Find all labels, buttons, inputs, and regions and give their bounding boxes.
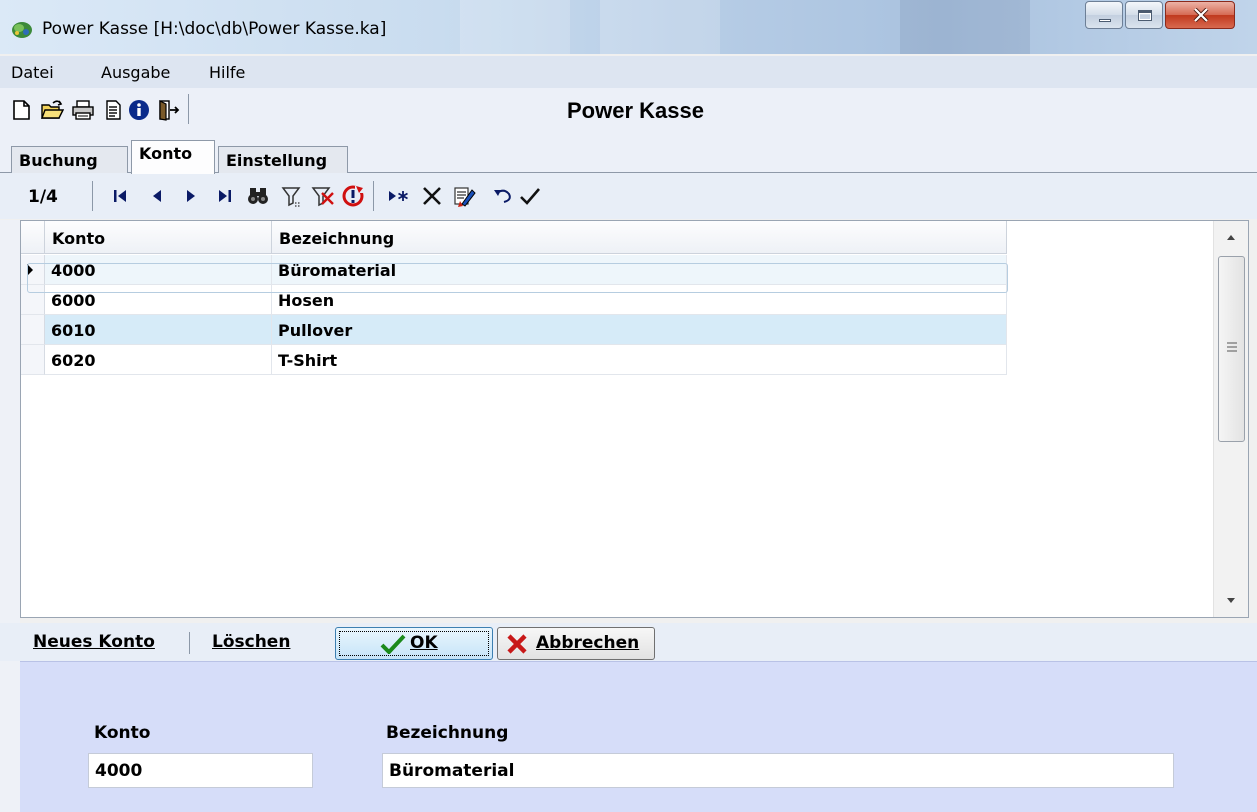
new-account-button[interactable]: Neues Konto [33, 632, 155, 652]
table-row[interactable]: 6000 Hosen [21, 285, 1007, 315]
window-title: Power Kasse [H:\doc\db\Power Kasse.ka] [42, 19, 387, 39]
column-header-konto[interactable]: Konto [45, 221, 272, 254]
prior-record-icon[interactable] [145, 184, 169, 208]
row-indicator [21, 345, 45, 375]
record-navigator: 1/4 [0, 173, 1257, 219]
app-heading: Power Kasse [567, 98, 704, 123]
close-button[interactable] [1165, 1, 1235, 29]
bezeichnung-field-label: Bezeichnung [386, 723, 509, 743]
ok-button[interactable]: OK [335, 627, 493, 660]
new-account-label: Neues Konto [33, 632, 155, 652]
current-row-arrow-icon [27, 264, 33, 276]
delete-label: Löschen [212, 632, 291, 652]
row-indicator [21, 315, 45, 345]
edit-record-icon[interactable] [452, 184, 476, 208]
menu-bar: Datei Ausgabe Hilfe [0, 56, 1257, 88]
cell-bezeichnung[interactable]: T-Shirt [272, 345, 1007, 375]
action-bar: Neues Konto Löschen OK Abbrechen [0, 623, 1257, 661]
column-header-label: Bezeichnung [279, 229, 395, 248]
delete-record-icon[interactable] [420, 184, 444, 208]
minimize-icon [1099, 19, 1111, 22]
open-folder-icon[interactable] [40, 98, 64, 122]
table-row[interactable]: 6020 T-Shirt [21, 345, 1007, 375]
column-header-bezeichnung[interactable]: Bezeichnung [272, 221, 1007, 254]
app-logo-icon [12, 22, 32, 38]
cell-bezeichnung[interactable]: Büromaterial [272, 255, 1007, 285]
cell-bezeichnung[interactable]: Pullover [272, 315, 1007, 345]
insert-record-icon[interactable] [386, 184, 410, 208]
konto-field[interactable]: 4000 [88, 753, 313, 788]
first-record-icon[interactable] [108, 184, 132, 208]
row-indicator [21, 285, 45, 315]
next-record-icon[interactable] [179, 184, 203, 208]
notepad-icon[interactable] [101, 98, 125, 122]
exit-door-icon[interactable] [156, 98, 180, 122]
cancel-label: Abbrechen [536, 633, 640, 653]
cancel-button[interactable]: Abbrechen [497, 627, 655, 660]
menu-datei[interactable]: Datei [11, 63, 54, 82]
cell-konto[interactable]: 6000 [45, 285, 272, 315]
title-bar[interactable]: Power Kasse [H:\doc\db\Power Kasse.ka] [0, 0, 1257, 54]
table-row[interactable]: 6010 Pullover [21, 315, 1007, 345]
grid-corner [21, 221, 45, 254]
grip-icon [1227, 342, 1237, 352]
cell-konto[interactable]: 6020 [45, 345, 272, 375]
record-counter: 1/4 [28, 187, 58, 207]
row-indicator [21, 255, 45, 285]
scroll-up-icon[interactable] [1214, 221, 1248, 251]
cell-bezeichnung[interactable]: Hosen [272, 285, 1007, 315]
menu-hilfe[interactable]: Hilfe [209, 63, 245, 82]
refresh-icon[interactable] [341, 184, 365, 208]
maximize-icon [1138, 10, 1152, 21]
tab-strip: Buchung Konto Einstellung [0, 140, 1257, 174]
maximize-button[interactable] [1125, 1, 1163, 29]
ok-checkmark-icon [380, 634, 406, 654]
delete-button[interactable]: Löschen [212, 632, 290, 652]
main-toolbar: Power Kasse [0, 88, 1257, 140]
ok-label: OK [410, 633, 438, 653]
column-header-label: Konto [52, 229, 106, 248]
bezeichnung-field[interactable]: Büromaterial [382, 753, 1174, 788]
cell-konto[interactable]: 6010 [45, 315, 272, 345]
filter-icon[interactable] [280, 184, 304, 208]
new-document-icon[interactable] [9, 98, 33, 122]
vertical-scrollbar[interactable] [1213, 221, 1248, 617]
clear-filter-icon[interactable] [311, 184, 335, 208]
menu-ausgabe[interactable]: Ausgabe [101, 63, 170, 82]
cancel-x-icon [507, 634, 527, 654]
scrollbar-thumb[interactable] [1218, 256, 1245, 442]
last-record-icon[interactable] [213, 184, 237, 208]
konto-field-label: Konto [94, 723, 151, 743]
app-window: Power Kasse [H:\doc\db\Power Kasse.ka] D… [0, 0, 1257, 812]
accounts-grid[interactable]: Konto Bezeichnung 4000 Büromaterial 6000… [20, 220, 1249, 618]
cell-konto[interactable]: 4000 [45, 255, 272, 285]
minimize-button[interactable] [1085, 1, 1123, 29]
info-icon[interactable] [127, 98, 151, 122]
scroll-down-icon[interactable] [1214, 587, 1248, 617]
tab-buchung[interactable]: Buchung [11, 146, 128, 173]
find-binoculars-icon[interactable] [246, 184, 270, 208]
left-frame [0, 220, 20, 812]
close-icon [1193, 8, 1209, 22]
table-row[interactable]: 4000 Büromaterial [21, 255, 1007, 285]
post-checkmark-icon[interactable] [518, 184, 542, 208]
cancel-edit-icon[interactable] [490, 184, 514, 208]
printer-icon[interactable] [71, 98, 95, 122]
detail-panel: Konto 4000 Bezeichnung Büromaterial [20, 661, 1257, 812]
tab-einstellung[interactable]: Einstellung [218, 146, 348, 173]
tab-konto[interactable]: Konto [131, 140, 215, 174]
